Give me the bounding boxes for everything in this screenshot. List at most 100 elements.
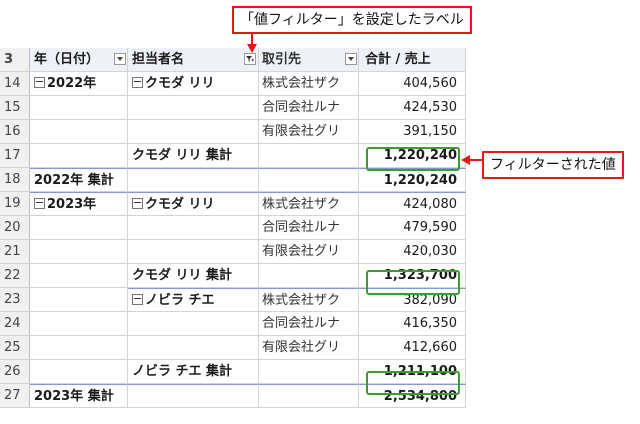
year-cell[interactable] [30,120,128,143]
year-cell[interactable] [30,288,128,311]
row-number: 20 [0,216,30,239]
person-cell[interactable] [128,168,259,191]
person-label: ノビラ チエ [145,293,215,308]
person-cell[interactable] [128,216,259,239]
sales-cell[interactable]: 404,560 [359,72,466,95]
sales-cell[interactable]: 412,660 [359,336,466,359]
row-number: 21 [0,240,30,263]
row-number: 27 [0,384,30,407]
client-cell[interactable] [259,384,359,407]
client-cell[interactable]: 合同会社ルナ [259,216,359,239]
person-cell[interactable] [128,96,259,119]
table-row: 14 2022年 クモダ リリ 株式会社ザク 404,560 [0,72,466,96]
client-cell[interactable]: 有限会社グリ [259,240,359,263]
year-label: 2023年 [47,197,97,212]
client-cell[interactable]: 合同会社ルナ [259,312,359,335]
year-cell[interactable]: 2023年 [30,192,128,215]
row-number: 19 [0,192,30,215]
table-row: 19 2023年 クモダ リリ 株式会社ザク 424,080 [0,192,466,216]
collapse-icon[interactable] [34,198,45,209]
header-sales: 合計 / 売上 [359,48,466,71]
year-total-row: 18 2022年 集計 1,220,240 [0,168,466,192]
table-row: 25 有限会社グリ 412,660 [0,336,466,360]
row-number: 24 [0,312,30,335]
collapse-icon[interactable] [34,77,45,88]
row-number: 23 [0,288,30,311]
header-row: 3 年（日付） 担当者名 取引先 合計 / 売上 [0,48,466,72]
filter-icon[interactable] [244,53,256,65]
year-cell[interactable]: 2022年 [30,72,128,95]
year-cell[interactable] [30,144,128,167]
client-cell[interactable]: 有限会社グリ [259,120,359,143]
person-cell[interactable] [128,384,259,407]
year-cell[interactable] [30,336,128,359]
dropdown-icon[interactable] [345,53,357,65]
person-cell[interactable] [128,240,259,263]
year-label: 2022年 [47,76,97,91]
person-subtotal-label[interactable]: クモダ リリ 集計 [128,144,259,167]
collapse-icon[interactable] [132,198,143,209]
person-cell[interactable] [128,120,259,143]
person-cell[interactable]: クモダ リリ [128,72,259,95]
row-number: 26 [0,360,30,383]
sales-cell[interactable]: 416,350 [359,312,466,335]
client-cell[interactable]: 合同会社ルナ [259,96,359,119]
header-year-label: 年（日付） [34,52,100,67]
year-total-label[interactable]: 2022年 集計 [30,168,128,191]
dropdown-icon[interactable] [114,53,126,65]
row-number: 18 [0,168,30,191]
year-cell[interactable] [30,312,128,335]
client-cell[interactable]: 有限会社グリ [259,336,359,359]
person-cell[interactable] [128,312,259,335]
year-total-value[interactable]: 1,220,240 [359,168,466,191]
person-subtotal-label[interactable]: ノビラ チエ 集計 [128,360,259,383]
row-number: 15 [0,96,30,119]
table-row: 15 合同会社ルナ 424,530 [0,96,466,120]
sales-cell[interactable]: 479,590 [359,216,466,239]
client-cell[interactable] [259,168,359,191]
sales-cell[interactable]: 420,030 [359,240,466,263]
client-cell[interactable] [259,360,359,383]
sales-cell[interactable]: 424,080 [359,192,466,215]
year-cell[interactable] [30,240,128,263]
callout-filtered-value: フィルターされた値 [482,151,624,179]
row-number: 16 [0,120,30,143]
table-row: 20 合同会社ルナ 479,590 [0,216,466,240]
collapse-icon[interactable] [132,77,143,88]
client-cell[interactable] [259,144,359,167]
header-year: 年（日付） [30,48,128,71]
row-number: 22 [0,264,30,287]
person-label: クモダ リリ [145,76,215,91]
callout-filter-label: 「値フィルター」を設定したラベル [232,6,472,34]
header-client: 取引先 [259,48,359,71]
year-cell[interactable] [30,96,128,119]
year-cell[interactable] [30,264,128,287]
table-row: 24 合同会社ルナ 416,350 [0,312,466,336]
year-cell[interactable] [30,360,128,383]
person-subtotal-label[interactable]: クモダ リリ 集計 [128,264,259,287]
row-number: 14 [0,72,30,95]
row-number: 17 [0,144,30,167]
client-cell[interactable]: 株式会社ザク [259,288,359,311]
person-cell[interactable]: ノビラ チエ [128,288,259,311]
arrow-head-icon [461,155,470,165]
table-row: 16 有限会社グリ 391,150 [0,120,466,144]
sales-cell[interactable]: 424,530 [359,96,466,119]
person-cell[interactable] [128,336,259,359]
collapse-icon[interactable] [132,294,143,305]
highlight-box [366,371,460,395]
person-cell[interactable]: クモダ リリ [128,192,259,215]
sales-cell[interactable]: 391,150 [359,120,466,143]
arrow-head-icon [247,44,257,53]
year-cell[interactable] [30,216,128,239]
header-person: 担当者名 [128,48,259,71]
client-cell[interactable]: 株式会社ザク [259,72,359,95]
client-cell[interactable] [259,264,359,287]
client-cell[interactable]: 株式会社ザク [259,192,359,215]
header-client-label: 取引先 [262,52,302,67]
highlight-box [366,270,460,295]
year-total-label[interactable]: 2023年 集計 [30,384,128,407]
row-number: 25 [0,336,30,359]
row-number: 3 [0,48,30,71]
highlight-box [366,147,460,171]
